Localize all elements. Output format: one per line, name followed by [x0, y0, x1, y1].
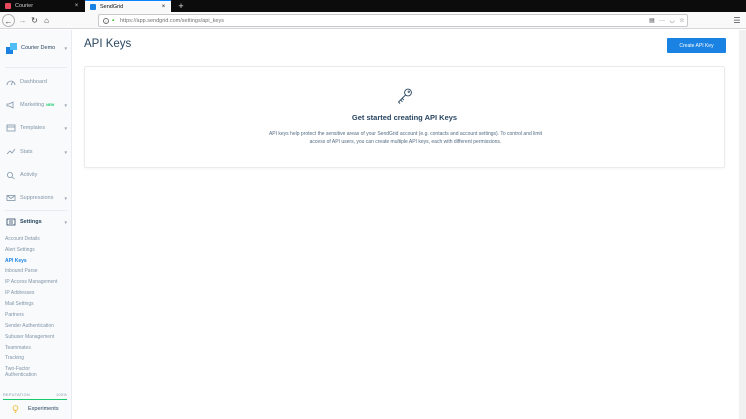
divider [5, 67, 67, 68]
lock-icon: ▪ [112, 17, 115, 24]
sidebar-item-dashboard[interactable]: Dashboard [6, 76, 68, 88]
stats-icon [6, 148, 16, 156]
sidebar-item-settings[interactable]: Settings ▼ [6, 216, 68, 228]
settings-item-ip-addresses[interactable]: IP Addresses [5, 290, 71, 296]
reputation-value: 100% [56, 393, 67, 397]
experiments-link[interactable]: Experiments [12, 403, 59, 415]
back-arrow-icon[interactable]: ← [2, 14, 15, 27]
chevron-down-icon: ▼ [63, 219, 68, 225]
settings-icon [6, 218, 16, 226]
settings-item-sender-authentication[interactable]: Sender Authentication [5, 323, 71, 329]
home-icon[interactable]: ⌂ [40, 14, 53, 27]
browser-tab-bar: Courier × SendGrid × + [0, 0, 746, 12]
url-text[interactable]: https://app.sendgrid.com/settings/api_ke… [120, 18, 647, 24]
reputation-bar [3, 399, 67, 400]
chevron-down-icon: ▼ [63, 149, 68, 155]
empty-state-heading: Get started creating API Keys [351, 113, 458, 122]
settings-item-subuser-management[interactable]: Subuser Management [5, 334, 71, 340]
sidebar-item-templates[interactable]: Templates ▼ [6, 122, 68, 134]
templates-icon [6, 124, 16, 132]
sidebar-item-activity[interactable]: Activity [6, 169, 68, 181]
sidebar-item-suppressions[interactable]: Suppressions ▼ [6, 192, 68, 204]
reputation-bar-fill [3, 399, 67, 400]
settings-item-account-details[interactable]: Account Details [5, 236, 71, 242]
sendgrid-favicon-icon [90, 3, 96, 10]
experiments-label: Experiments [28, 406, 59, 412]
tab-label: SendGrid [100, 3, 124, 10]
chevron-down-icon: ▼ [63, 102, 68, 108]
sendgrid-logo-icon [6, 42, 17, 54]
settings-item-alert-settings[interactable]: Alert Settings [5, 247, 71, 253]
tab-label: Courier [15, 3, 34, 9]
site-info-icon[interactable]: i [103, 17, 109, 24]
account-name: Courier Demo [21, 45, 56, 51]
hamburger-menu-icon[interactable]: ☰ [731, 14, 743, 27]
new-tab-button[interactable]: + [175, 0, 187, 12]
settings-item-ip-access-management[interactable]: IP Access Management [5, 279, 71, 285]
browser-tab-courier[interactable]: Courier × [0, 0, 84, 12]
activity-icon [6, 171, 16, 180]
browser-nav-bar: ← → ↻ ⌂ i ▪ https://app.sendgrid.com/set… [0, 12, 746, 29]
chevron-down-icon: ▼ [63, 195, 68, 201]
sidebar: Courier Demo ▼ Dashboard Marketing NEW ▼… [0, 30, 72, 419]
page-title: API Keys [84, 38, 132, 50]
bookmark-star-icon[interactable]: ☆ [677, 17, 687, 24]
tab-close-icon[interactable]: × [72, 3, 81, 9]
address-bar[interactable]: i ▪ https://app.sendgrid.com/settings/ap… [98, 14, 688, 27]
reader-view-icon[interactable]: ▤ [647, 17, 657, 24]
empty-state-description: API keys help protect the sensitive area… [268, 131, 543, 145]
settings-item-teammates[interactable]: Teammates [5, 345, 71, 351]
courier-favicon-icon [5, 3, 11, 9]
pocket-icon[interactable]: ◡ [667, 17, 677, 24]
more-actions-icon[interactable]: ··· [657, 18, 667, 24]
scrollbar[interactable] [739, 30, 746, 419]
new-badge: NEW [46, 103, 55, 107]
settings-item-mail-settings[interactable]: Mail Settings [5, 301, 71, 307]
dashboard-icon [6, 78, 16, 86]
chevron-down-icon: ▼ [63, 45, 68, 51]
reputation-label: REPUTATION [3, 393, 30, 397]
chevron-down-icon: ▼ [63, 125, 68, 131]
sidebar-item-marketing[interactable]: Marketing NEW ▼ [6, 99, 68, 111]
settings-item-inbound-parse[interactable]: Inbound Parse [5, 268, 71, 274]
sidebar-item-stats[interactable]: Stats ▼ [6, 146, 68, 158]
divider [5, 210, 67, 211]
account-switcher[interactable]: Courier Demo ▼ [6, 42, 68, 54]
empty-state-card: Get started creating API Keys API keys h… [84, 66, 725, 168]
key-icon [396, 87, 414, 105]
browser-tab-sendgrid[interactable]: SendGrid × [85, 0, 171, 12]
megaphone-icon [6, 101, 16, 109]
settings-item-tracking[interactable]: Tracking [5, 355, 71, 361]
lightbulb-icon [12, 405, 19, 413]
settings-item-api-keys[interactable]: API Keys [5, 258, 71, 264]
settings-item-partners[interactable]: Partners [5, 312, 71, 318]
settings-item-two-factor-authentication[interactable]: Authentication [5, 372, 71, 378]
create-api-key-button[interactable]: Create API Key [667, 38, 726, 53]
reputation-meter: REPUTATION 100% [3, 393, 67, 397]
suppressions-icon [6, 194, 16, 202]
tab-close-icon[interactable]: × [159, 4, 168, 10]
